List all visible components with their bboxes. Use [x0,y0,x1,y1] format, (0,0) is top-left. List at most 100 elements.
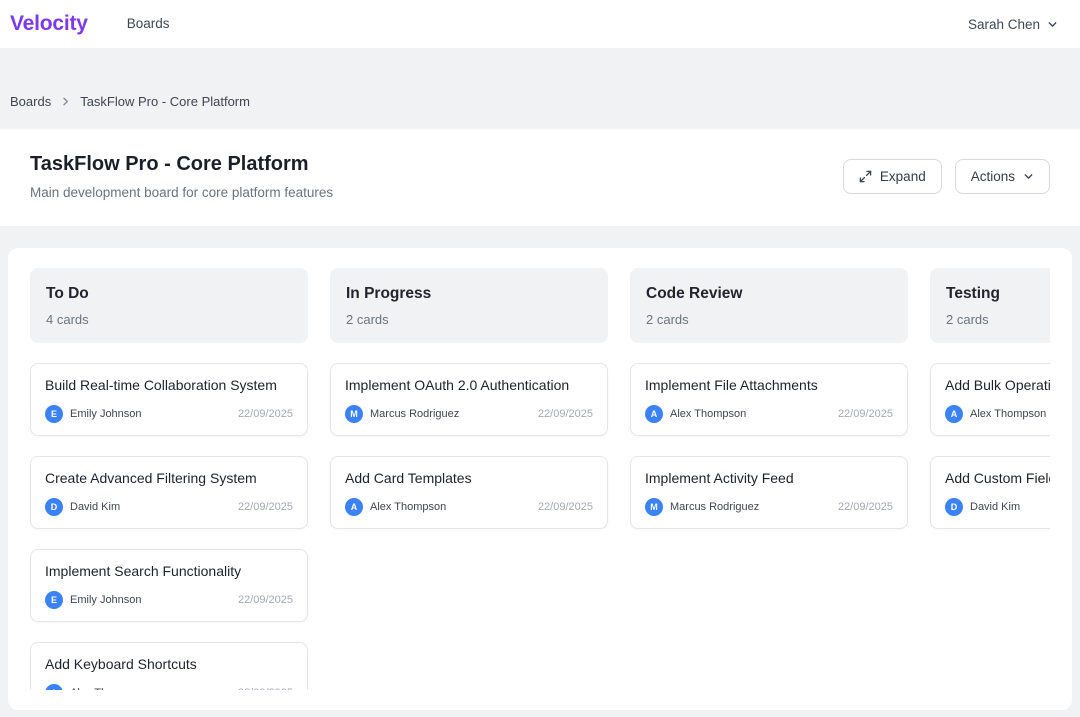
column-cards: Add Bulk Operations A Alex Thompson 22/0… [930,363,1050,529]
nav-boards-link[interactable]: Boards [127,16,170,31]
board-card[interactable]: Add Card Templates A Alex Thompson 22/09… [330,456,608,529]
board-card[interactable]: Add Keyboard Shortcuts A Alex Thompson 2… [30,642,308,690]
column-header: In Progress 2 cards [330,268,608,343]
actions-button-label: Actions [971,169,1015,184]
assignee-name: Alex Thompson [670,408,746,420]
card-title: Add Card Templates [345,470,593,486]
board-column-in-progress: In Progress 2 cards Implement OAuth 2.0 … [330,268,608,690]
card-footer: A Alex Thompson 22/09/2025 [45,684,293,690]
card-title: Implement Activity Feed [645,470,893,486]
column-card-count: 2 cards [946,312,1050,327]
avatar: E [45,591,63,609]
card-assignee: A Alex Thompson [645,405,746,423]
avatar: A [345,498,363,516]
card-due-date: 22/09/2025 [238,408,293,420]
card-assignee: E Emily Johnson [45,405,142,423]
board-card[interactable]: Implement Search Functionality E Emily J… [30,549,308,622]
assignee-name: David Kim [70,501,120,513]
assignee-name: David Kim [970,501,1020,513]
expand-icon [859,170,872,183]
breadcrumb-item-current: TaskFlow Pro - Core Platform [80,94,250,109]
card-footer: E Emily Johnson 22/09/2025 [45,405,293,423]
card-title: Create Advanced Filtering System [45,470,293,486]
card-title: Build Real-time Collaboration System [45,377,293,393]
page-header: TaskFlow Pro - Core Platform Main develo… [0,129,1080,226]
column-card-count: 4 cards [46,312,292,327]
chevron-right-icon [60,96,71,107]
user-menu[interactable]: Sarah Chen [968,17,1058,32]
avatar: A [945,405,963,423]
app-logo[interactable]: Velocity [10,12,88,36]
card-assignee: A Alex Thompson [345,498,446,516]
avatar: A [45,684,63,690]
topbar-nav: Boards [127,15,170,33]
board-card[interactable]: Create Advanced Filtering System D David… [30,456,308,529]
chevron-down-icon [1047,19,1058,30]
avatar: M [345,405,363,423]
card-title: Implement OAuth 2.0 Authentication [345,377,593,393]
avatar: D [945,498,963,516]
actions-button[interactable]: Actions [955,159,1050,194]
card-footer: D David Kim 22/09/2025 [45,498,293,516]
card-due-date: 22/09/2025 [238,687,293,690]
assignee-name: Marcus Rodriguez [670,501,759,513]
card-assignee: E Emily Johnson [45,591,142,609]
column-title: In Progress [346,285,592,303]
board-card[interactable]: Implement Activity Feed M Marcus Rodrigu… [630,456,908,529]
board-card[interactable]: Add Custom Fields D David Kim 22/09/2025 [930,456,1050,529]
board-card[interactable]: Add Bulk Operations A Alex Thompson 22/0… [930,363,1050,436]
card-due-date: 22/09/2025 [838,408,893,420]
card-footer: M Marcus Rodriguez 22/09/2025 [345,405,593,423]
card-assignee: M Marcus Rodriguez [645,498,759,516]
board-card[interactable]: Implement OAuth 2.0 Authentication M Mar… [330,363,608,436]
assignee-name: Alex Thompson [970,408,1046,420]
card-assignee: M Marcus Rodriguez [345,405,459,423]
card-assignee: A Alex Thompson [45,684,146,690]
page-header-text: TaskFlow Pro - Core Platform Main develo… [30,153,333,200]
card-footer: D David Kim 22/09/2025 [945,498,1050,516]
column-title: Testing [946,285,1050,303]
avatar: A [645,405,663,423]
card-footer: A Alex Thompson 22/09/2025 [645,405,893,423]
board-card[interactable]: Implement File Attachments A Alex Thomps… [630,363,908,436]
card-assignee: D David Kim [945,498,1020,516]
column-card-count: 2 cards [346,312,592,327]
page-title: TaskFlow Pro - Core Platform [30,153,333,176]
header-actions: Expand Actions [843,159,1050,194]
card-due-date: 22/09/2025 [238,594,293,606]
column-header: To Do 4 cards [30,268,308,343]
assignee-name: Emily Johnson [70,594,142,606]
board-column-code-review: Code Review 2 cards Implement File Attac… [630,268,908,690]
column-cards: Build Real-time Collaboration System E E… [30,363,308,690]
column-cards: Implement OAuth 2.0 Authentication M Mar… [330,363,608,529]
column-header: Code Review 2 cards [630,268,908,343]
board-panel: To Do 4 cards Build Real-time Collaborat… [8,248,1072,710]
column-card-count: 2 cards [646,312,892,327]
card-assignee: D David Kim [45,498,120,516]
breadcrumb-item-boards[interactable]: Boards [10,94,51,109]
page-subtitle: Main development board for core platform… [30,185,333,200]
assignee-name: Marcus Rodriguez [370,408,459,420]
board-columns: To Do 4 cards Build Real-time Collaborat… [30,268,1050,690]
card-title: Add Bulk Operations [945,377,1050,393]
column-title: Code Review [646,285,892,303]
card-title: Add Keyboard Shortcuts [45,656,293,672]
card-footer: M Marcus Rodriguez 22/09/2025 [645,498,893,516]
card-due-date: 22/09/2025 [538,501,593,513]
user-name: Sarah Chen [968,17,1040,32]
topbar: Velocity Boards Sarah Chen [0,0,1080,48]
avatar: M [645,498,663,516]
expand-button-label: Expand [880,169,926,184]
board-card[interactable]: Build Real-time Collaboration System E E… [30,363,308,436]
assignee-name: Alex Thompson [70,687,146,690]
card-footer: A Alex Thompson 22/09/2025 [945,405,1050,423]
card-footer: E Emily Johnson 22/09/2025 [45,591,293,609]
expand-button[interactable]: Expand [843,159,942,194]
card-footer: A Alex Thompson 22/09/2025 [345,498,593,516]
assignee-name: Alex Thompson [370,501,446,513]
breadcrumb: Boards TaskFlow Pro - Core Platform [0,48,1080,129]
card-due-date: 22/09/2025 [838,501,893,513]
assignee-name: Emily Johnson [70,408,142,420]
board-column-testing: Testing 2 cards Add Bulk Operations A Al… [930,268,1050,690]
card-assignee: A Alex Thompson [945,405,1046,423]
